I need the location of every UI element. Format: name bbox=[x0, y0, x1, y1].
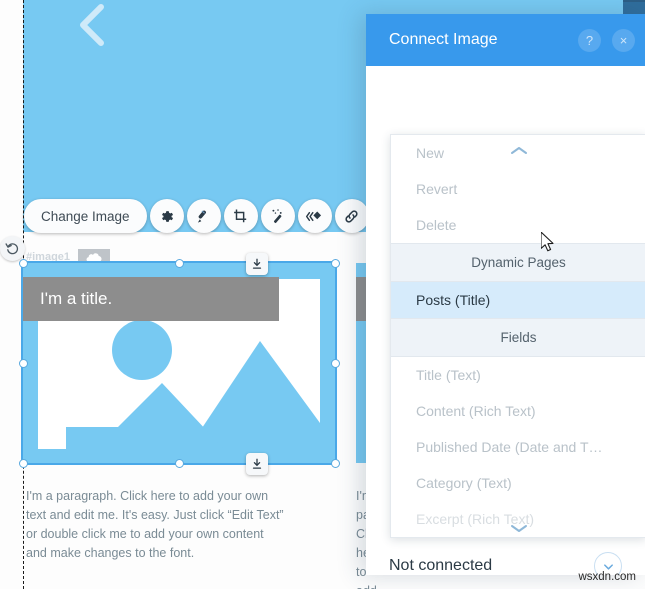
dropdown-item-posts-title[interactable]: Posts (Title) bbox=[391, 282, 645, 318]
resize-handle-bc[interactable] bbox=[174, 458, 184, 468]
connect-source-dropdown[interactable]: New Revert Delete Dynamic Pages Posts (T… bbox=[390, 134, 645, 538]
resize-handle-ml[interactable] bbox=[18, 358, 28, 368]
arrange-layers-icon[interactable] bbox=[297, 199, 332, 233]
image-title-text: I'm a title. bbox=[40, 289, 113, 308]
settings-gear-icon[interactable] bbox=[149, 199, 184, 233]
dropdown-item-label: Revert bbox=[416, 181, 458, 197]
image-title-overlay[interactable]: I'm a title. bbox=[23, 277, 279, 321]
rotate-reset-icon[interactable] bbox=[0, 236, 25, 261]
close-label: × bbox=[619, 33, 628, 48]
help-icon[interactable]: ? bbox=[578, 29, 601, 52]
paragraph-one[interactable]: I'm a paragraph. Click here to add your … bbox=[26, 487, 336, 563]
dropdown-item-category-text[interactable]: Category (Text) bbox=[391, 465, 645, 501]
paint-brush-icon[interactable] bbox=[186, 199, 221, 233]
resize-handle-mr[interactable] bbox=[330, 358, 340, 368]
watermark: wsxdn.com bbox=[578, 571, 636, 583]
screenshot-root: Change Image #image1 I'm a title. I'm a … bbox=[0, 0, 645, 589]
link-icon[interactable] bbox=[334, 199, 369, 233]
image-id-label: #image1 bbox=[26, 251, 71, 263]
help-label: ? bbox=[585, 33, 594, 48]
resize-handle-tr[interactable] bbox=[330, 258, 340, 268]
dropdown-item-delete[interactable]: Delete bbox=[391, 207, 645, 243]
dropdown-item-label: Content (Rich Text) bbox=[416, 403, 536, 419]
dropdown-item-label: Excerpt (Rich Text) bbox=[416, 511, 534, 527]
dropdown-item-published-date[interactable]: Published Date (Date and T… bbox=[391, 429, 645, 465]
mouse-cursor bbox=[540, 231, 557, 254]
dropdown-group-dynamic-pages: Dynamic Pages bbox=[391, 243, 645, 282]
resize-handle-br[interactable] bbox=[330, 458, 340, 468]
change-image-button[interactable]: Change Image bbox=[24, 199, 147, 233]
dropdown-item-label: New bbox=[416, 145, 445, 161]
dialog-header: Connect Image ? × bbox=[366, 14, 645, 66]
stretch-up-button[interactable] bbox=[246, 253, 268, 275]
dropdown-group-label: Fields bbox=[500, 330, 537, 345]
stretch-down-button[interactable] bbox=[246, 453, 268, 475]
dropdown-item-label: Posts (Title) bbox=[416, 292, 491, 308]
resize-handle-tc[interactable] bbox=[174, 258, 184, 268]
dialog-body: New Revert Delete Dynamic Pages Posts (T… bbox=[366, 66, 645, 575]
dropdown-item-label: Title (Text) bbox=[416, 367, 481, 383]
connect-image-dialog: Connect Image ? × New Revert Delete Dyna… bbox=[366, 14, 645, 575]
image-context-toolbar[interactable]: Change Image bbox=[24, 199, 369, 233]
crop-icon[interactable] bbox=[223, 199, 258, 233]
resize-handle-tl[interactable] bbox=[18, 258, 28, 268]
dialog-title: Connect Image bbox=[389, 31, 498, 48]
dropdown-item-label: Published Date (Date and T… bbox=[416, 439, 603, 455]
chevron-left-icon[interactable] bbox=[75, 2, 109, 48]
dropdown-item-excerpt-rich-text[interactable]: Excerpt (Rich Text) bbox=[391, 501, 645, 537]
close-icon[interactable]: × bbox=[612, 29, 635, 52]
dropdown-item-revert[interactable]: Revert bbox=[391, 171, 645, 207]
connection-status-label: Not connected bbox=[389, 557, 493, 574]
dropdown-group-label: Dynamic Pages bbox=[471, 255, 566, 270]
dropdown-item-content-rich-text[interactable]: Content (Rich Text) bbox=[391, 393, 645, 429]
change-image-label: Change Image bbox=[41, 208, 130, 224]
magic-wand-icon[interactable] bbox=[260, 199, 295, 233]
dropdown-group-fields: Fields bbox=[391, 318, 645, 357]
dropdown-item-label: Delete bbox=[416, 217, 457, 233]
dropdown-item-label: Category (Text) bbox=[416, 475, 512, 491]
dropdown-item-title-text[interactable]: Title (Text) bbox=[391, 357, 645, 393]
connection-status-row[interactable]: Not connected bbox=[366, 538, 645, 575]
resize-handle-bl[interactable] bbox=[18, 458, 28, 468]
dropdown-item-new[interactable]: New bbox=[391, 135, 645, 171]
